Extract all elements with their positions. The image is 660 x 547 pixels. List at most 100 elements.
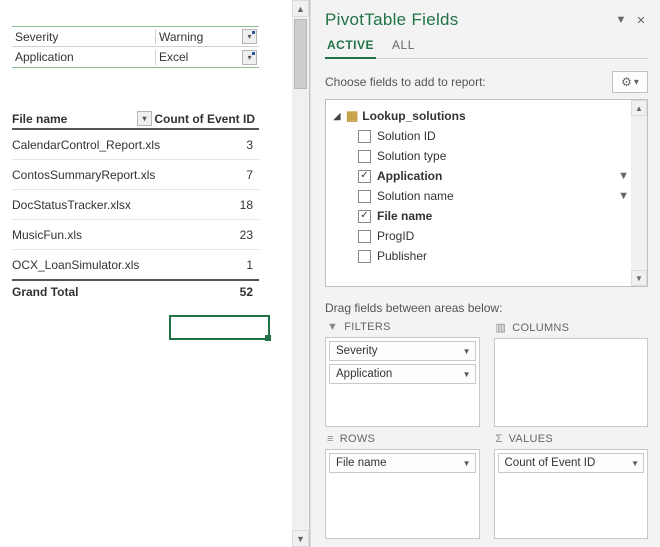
pill-label: File name — [336, 457, 387, 469]
area-pill[interactable]: File name ▼ — [329, 453, 476, 473]
table-row[interactable]: ContosSummaryReport.xls7 — [12, 160, 259, 190]
checkbox[interactable] — [358, 250, 371, 263]
drop-areas: ▼FILTERS Severity▼Application▼ ▥COLUMNS … — [325, 321, 648, 539]
scroll-down-icon[interactable]: ▼ — [631, 270, 647, 286]
funnel-icon: ▼ — [327, 321, 338, 333]
row-name: CalendarControl_Report.xls — [12, 138, 199, 152]
collapse-icon[interactable]: ◢ — [332, 111, 342, 122]
scroll-up-icon[interactable]: ▲ — [631, 100, 647, 116]
scroll-up-icon[interactable]: ▲ — [292, 0, 309, 17]
grand-total-label: Grand Total — [12, 285, 199, 299]
rows-area[interactable]: ≡ ROWS File name ▼ — [325, 433, 480, 539]
table-row[interactable]: CalendarControl_Report.xls3 — [12, 130, 259, 160]
drag-hint-label: Drag fields between areas below: — [325, 301, 648, 315]
chevron-down-icon: ▾ — [634, 77, 639, 88]
table-icon: ▦ — [346, 108, 358, 124]
checkbox[interactable] — [358, 230, 371, 243]
row-name: OCX_LoanSimulator.xls — [12, 258, 199, 272]
values-area[interactable]: Σ VALUES Count of Event ID ▼ — [494, 433, 649, 539]
row-name: ContosSummaryReport.xls — [12, 168, 199, 182]
pane-tabs: ACTIVE ALL — [325, 36, 648, 59]
row-value: 18 — [199, 198, 259, 212]
spreadsheet-pane: Severity Warning ▾ Application Excel ▾ F… — [0, 0, 310, 547]
row-header-dropdown-icon[interactable]: ▾ — [137, 111, 152, 126]
row-value: 1 — [199, 258, 259, 272]
funnel-icon: ▼ — [618, 190, 629, 202]
filter-dropdown-icon[interactable]: ▾ — [242, 29, 257, 44]
row-value: 3 — [199, 138, 259, 152]
columns-area[interactable]: ▥ COLUMNS — [494, 321, 649, 427]
chevron-down-icon[interactable]: ▼ — [463, 459, 471, 468]
tab-active[interactable]: ACTIVE — [325, 36, 376, 59]
row-name: MusicFun.xls — [12, 228, 199, 242]
pill-label: Application — [336, 368, 392, 380]
columns-icon: ▥ — [496, 321, 507, 334]
choose-fields-label: Choose fields to add to report: — [325, 75, 486, 89]
row-value: 7 — [199, 168, 259, 182]
tab-all[interactable]: ALL — [390, 36, 417, 54]
pill-label: Count of Event ID — [505, 457, 596, 469]
field-item[interactable]: Publisher — [332, 246, 631, 266]
area-label: VALUES — [509, 433, 553, 445]
active-cell-outline — [169, 315, 270, 340]
scroll-down-icon[interactable]: ▼ — [292, 530, 309, 547]
field-name: Solution name — [377, 189, 612, 203]
vertical-scrollbar[interactable]: ▲ ▼ — [292, 0, 309, 547]
fill-handle[interactable] — [265, 335, 271, 341]
field-name: Solution type — [377, 149, 631, 163]
scroll-thumb[interactable] — [294, 19, 307, 89]
table-node[interactable]: ◢ ▦ Lookup_solutions — [332, 106, 631, 126]
filter-label: Application — [12, 50, 155, 64]
checkbox[interactable] — [358, 130, 371, 143]
table-row[interactable]: DocStatusTracker.xlsx18 — [12, 190, 259, 220]
grand-total-value: 52 — [199, 285, 259, 299]
checkbox[interactable] — [358, 190, 371, 203]
filter-label: Severity — [12, 30, 155, 44]
field-item[interactable]: Solution type — [332, 146, 631, 166]
pill-label: Severity — [336, 345, 378, 357]
filter-value: Warning — [159, 30, 203, 44]
filter-value: Excel — [159, 50, 188, 64]
value-header-label: Count of Event ID — [154, 112, 259, 126]
field-item[interactable]: Solution name ▼ — [332, 186, 631, 206]
filters-area[interactable]: ▼ FILTERS Severity ▼ Application ▼ — [325, 321, 480, 427]
rows-icon: ≡ — [327, 433, 334, 445]
field-name: Application — [377, 169, 612, 183]
row-value: 23 — [199, 228, 259, 242]
area-label: COLUMNS — [512, 322, 569, 334]
field-name: ProgID — [377, 229, 631, 243]
pivot-table: File name ▾ Count of Event ID CalendarCo… — [12, 108, 259, 303]
field-list-scrollbar[interactable]: ▲ ▼ — [631, 100, 647, 286]
field-item[interactable]: Solution ID — [332, 126, 631, 146]
area-pill[interactable]: Application ▼ — [329, 364, 476, 384]
sigma-icon: Σ — [496, 433, 503, 445]
area-label: FILTERS — [344, 321, 391, 333]
field-list: ◢ ▦ Lookup_solutions Solution ID Solution… — [325, 99, 648, 287]
dropdown-icon[interactable]: ▼ — [614, 13, 628, 27]
field-item[interactable]: Application ▼ — [332, 166, 631, 186]
pane-title: PivotTable Fields — [325, 10, 459, 30]
table-row[interactable]: MusicFun.xls23 — [12, 220, 259, 250]
area-pill[interactable]: Severity ▼ — [329, 341, 476, 361]
field-item[interactable]: File name — [332, 206, 631, 226]
chevron-down-icon[interactable]: ▼ — [631, 459, 639, 468]
field-name: Publisher — [377, 249, 631, 263]
table-row[interactable]: OCX_LoanSimulator.xls1 — [12, 250, 259, 280]
area-pill[interactable]: Count of Event ID ▼ — [498, 453, 645, 473]
tools-button[interactable]: ⚙ ▾ — [612, 71, 648, 93]
funnel-icon: ▼ — [618, 170, 629, 182]
table-name: Lookup_solutions — [362, 109, 465, 123]
checkbox[interactable] — [358, 170, 371, 183]
field-name: Solution ID — [377, 129, 631, 143]
area-label: ROWS — [340, 433, 375, 445]
pivot-filter-block: Severity Warning ▾ Application Excel ▾ — [12, 26, 259, 68]
chevron-down-icon[interactable]: ▼ — [463, 347, 471, 356]
checkbox[interactable] — [358, 150, 371, 163]
filter-dropdown-icon[interactable]: ▾ — [242, 50, 257, 65]
checkbox[interactable] — [358, 210, 371, 223]
chevron-down-icon[interactable]: ▼ — [463, 370, 471, 379]
row-name: DocStatusTracker.xlsx — [12, 198, 199, 212]
close-icon[interactable]: ✕ — [634, 13, 648, 27]
field-item[interactable]: ProgID — [332, 226, 631, 246]
gear-icon: ⚙ — [621, 75, 632, 89]
